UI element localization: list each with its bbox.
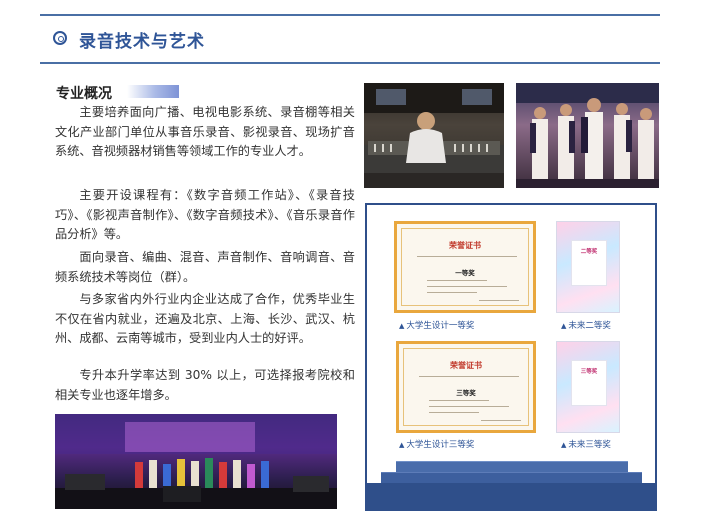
caption-third-prize-poster: ▲ 未来三等奖 — [561, 440, 611, 450]
section-heading-bar — [127, 85, 179, 98]
stage-performance-photo — [55, 414, 337, 509]
top-rule — [40, 14, 660, 16]
triangle-icon: ▲ — [399, 322, 405, 330]
certificate-first-prize: 荣誉证书 一等奖 — [394, 221, 536, 313]
page-title: 录音技术与艺术 — [79, 32, 205, 52]
poster-second-prize: 二等奖 — [556, 221, 620, 313]
target-circle-icon — [53, 31, 67, 45]
certificate-title: 荣誉证书 — [449, 241, 481, 250]
caption-third-prize: ▲ 大学生设计三等奖 — [399, 440, 475, 450]
poster-third-prize: 三等奖 — [556, 341, 620, 433]
dancers-photo — [516, 83, 659, 188]
caption-first-prize: ▲ 大学生设计一等奖 — [399, 321, 475, 331]
paragraph-positions: 面向录音、编曲、混音、声音制作、音响调音、音频系统技术等岗位（群）。 — [55, 250, 355, 284]
section-heading: 专业概况 — [56, 86, 112, 102]
triangle-icon: ▲ — [561, 322, 567, 330]
certificate-third-prize: 荣誉证书 三等奖 — [396, 341, 536, 433]
triangle-icon: ▲ — [399, 441, 405, 449]
triangle-icon: ▲ — [561, 441, 567, 449]
paragraph-upgrade: 专升本升学率达到 30% 以上，可选择报考院校和相关专业也逐年增多。 — [55, 368, 355, 402]
paragraph-courses: 主要开设课程有：《数字音频工作站》、《录音技巧》、《影视声音制作》、《数字音频技… — [55, 188, 355, 242]
paragraph-cooperation: 与多家省内外行业内企业达成了合作，优秀毕业生不仅在省内就业，还遍及北京、上海、长… — [55, 292, 355, 346]
certificate-rank: 一等奖 — [455, 269, 475, 277]
podium-base — [367, 483, 655, 509]
certificate-title: 荣誉证书 — [450, 361, 482, 370]
poster-rank: 二等奖 — [580, 249, 598, 255]
studio-photo — [364, 83, 504, 188]
title-rule — [40, 62, 660, 64]
certificate-rank: 三等奖 — [456, 389, 476, 397]
poster-rank: 三等奖 — [580, 369, 598, 375]
paragraph-overview: 主要培养面向广播、电视电影系统、录音棚等相关文化产业部门单位从事音乐录音、影视录… — [55, 105, 355, 159]
caption-second-prize: ▲ 未来二等奖 — [561, 321, 611, 331]
